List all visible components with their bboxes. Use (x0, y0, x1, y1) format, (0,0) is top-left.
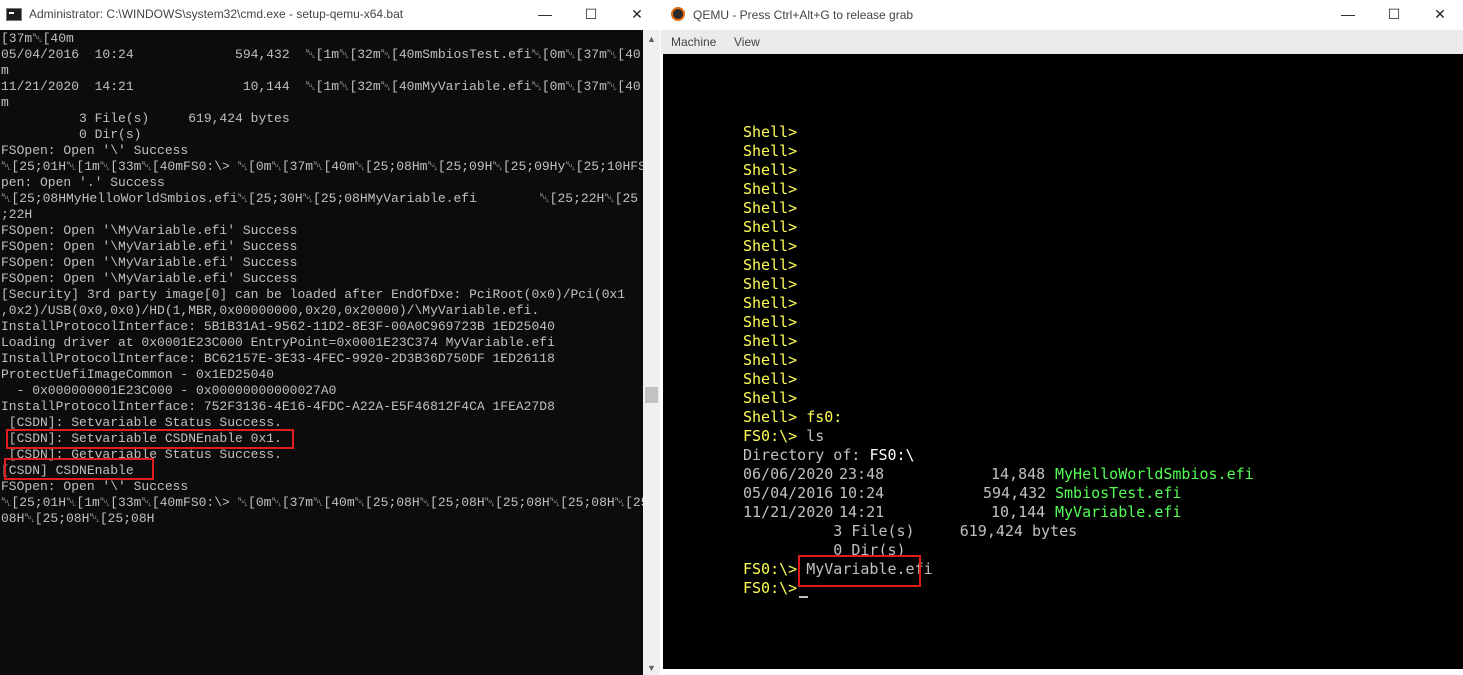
cmd-window[interactable]: Administrator: C:\WINDOWS\system32\cmd.e… (0, 0, 660, 675)
qemu-menubar: Machine View (661, 30, 1463, 54)
console-line: [Security] 3rd party image[0] can be loa… (1, 287, 626, 302)
efi-shell-prompt: Shell> (743, 218, 798, 236)
qemu-titlebar[interactable]: QEMU - Press Ctrl+Alt+G to release grab … (661, 0, 1463, 30)
qemu-guest-display[interactable]: Shell> Shell> Shell> Shell> Shell> Shell… (663, 54, 1463, 669)
highlight-setvariable-box (6, 429, 294, 449)
efi-ls-line: FS0:\> ls (743, 427, 824, 446)
cmd-close-button[interactable]: ✕ (614, 0, 660, 30)
efi-shell-prompt: Shell> (743, 123, 798, 141)
file-size: 594,432 (983, 484, 1047, 502)
console-line: ␀[25;01H␀[1m␀[33m␀[40mFS0:\> ␀[0m␀[37m␀[… (1, 159, 643, 174)
console-line: FSOpen: Open '\MyVariable.efi' Success (1, 255, 298, 270)
file-name: SmbiosTest.efi (1055, 484, 1182, 502)
console-line: FSOpen: Open '\' Success (1, 143, 189, 158)
cmd-minimize-button[interactable]: — (522, 0, 568, 30)
console-line: InstallProtocolInterface: 5B1B31A1-9562-… (1, 319, 555, 334)
qemu-app-icon (671, 7, 685, 21)
console-line: InstallProtocolInterface: 752F3136-4E16-… (1, 399, 555, 414)
efi-shell-prompt: Shell> (743, 313, 798, 331)
console-line: FSOpen: Open '\' Success (1, 479, 189, 494)
file-size: 10,144 (991, 503, 1046, 521)
console-line: m (1, 63, 9, 78)
efi-shell-prompt: Shell> (743, 370, 798, 388)
file-time: 10:24 (839, 484, 885, 502)
efi-shell-prompt: Shell> (743, 199, 798, 217)
console-line: m (1, 95, 9, 110)
console-line: Loading driver at 0x0001E23C000 EntryPoi… (1, 335, 555, 350)
efi-shell-prompt: Shell> (743, 389, 798, 407)
cmd-titlebar[interactable]: Administrator: C:\WINDOWS\system32\cmd.e… (0, 0, 660, 30)
console-line: 05/04/2016 10:24 594,432 ␀[1m␀[32m␀[40mS… (1, 47, 641, 62)
console-line: - 0x000000001E23C000 - 0x00000000000027A… (1, 383, 337, 398)
efi-fs-prompt: FS0:\> (743, 560, 798, 578)
file-name: MyHelloWorldSmbios.efi (1055, 465, 1254, 483)
console-line: ␀[25;08HMyHelloWorldSmbios.efi␀[25;30H␀[… (1, 191, 639, 206)
console-line: 0 Dir(s) (1, 127, 142, 142)
console-line: FSOpen: Open '\MyVariable.efi' Success (1, 223, 298, 238)
qemu-window[interactable]: QEMU - Press Ctrl+Alt+G to release grab … (661, 0, 1463, 675)
console-line: ␀[25;01H␀[1m␀[33m␀[40mFS0:\> ␀[0m␀[37m␀[… (1, 495, 643, 510)
file-time: 23:48 (839, 465, 885, 483)
efi-shell-prompt: Shell> (743, 256, 798, 274)
efi-shell-prompt: Shell> (743, 237, 798, 255)
cmd-window-title: Administrator: C:\WINDOWS\system32\cmd.e… (29, 7, 404, 21)
cmd-maximize-button[interactable]: ☐ (568, 0, 614, 30)
console-line: ProtectUefiImageCommon - 0x1ED25040 (1, 367, 275, 382)
efi-shell-prompt: Shell> (743, 294, 798, 312)
file-date: 11/21/2020 (743, 503, 834, 521)
efi-dir-path: FS0:\ (869, 446, 915, 464)
qemu-close-button[interactable]: ✕ (1417, 0, 1463, 30)
file-date: 06/06/2020 (743, 465, 834, 483)
cmd-vertical-scrollbar[interactable]: ▲ ▼ (643, 30, 660, 675)
efi-shell-prompt: Shell> (743, 332, 798, 350)
console-line: InstallProtocolInterface: BC62157E-3E33-… (1, 351, 555, 366)
scroll-down-arrow-icon[interactable]: ▼ (647, 663, 656, 673)
efi-shell-prompt: Shell> (743, 351, 798, 369)
qemu-minimize-button[interactable]: — (1325, 0, 1371, 30)
console-line: 11/21/2020 14:21 10,144 ␀[1m␀[32m␀[40mMy… (1, 79, 641, 94)
qemu-window-title: QEMU - Press Ctrl+Alt+G to release grab (693, 8, 914, 22)
cmd-console-icon (6, 8, 22, 21)
cmd-console-output[interactable]: [37m␀[40m 05/04/2016 10:24 594,432 ␀[1m␀… (0, 30, 643, 675)
console-line: 08H␀[25;08H␀[25;08H (1, 511, 155, 526)
file-time: 14:21 (839, 503, 885, 521)
scroll-thumb[interactable] (645, 387, 658, 403)
console-line: FSOpen: Open '\MyVariable.efi' Success (1, 271, 298, 286)
file-name: MyVariable.efi (1055, 503, 1182, 521)
efi-shell-prompt: Shell> (743, 161, 798, 179)
console-line: ;22H (1, 207, 33, 222)
efi-fs-prompt: FS0:\> (743, 427, 798, 445)
console-line: ,0x2)/USB(0x0,0x0)/HD(1,MBR,0x00000000,0… (1, 303, 540, 318)
efi-ls-command: ls (797, 427, 825, 445)
efi-shell-prompt: Shell> (743, 142, 798, 160)
highlight-myvariable-box (798, 555, 921, 587)
menu-machine[interactable]: Machine (671, 35, 716, 49)
console-line: [37m␀[40m (1, 31, 74, 46)
highlight-csdnenable-box (4, 458, 154, 480)
qemu-maximize-button[interactable]: ☐ (1371, 0, 1417, 30)
file-size: 14,848 (991, 465, 1046, 483)
efi-shell-prompt: Shell> (743, 180, 798, 198)
scroll-up-arrow-icon[interactable]: ▲ (647, 34, 656, 44)
efi-fs-prompt: FS0:\> (743, 579, 798, 597)
efi-directory-line: Directory of: FS0:\ (743, 446, 915, 465)
efi-shell-fs0-command: Shell> fs0: (743, 408, 843, 426)
text-cursor (799, 596, 808, 598)
efi-shell-prompt: Shell> (743, 275, 798, 293)
console-line: pen: Open '.' Success (1, 175, 165, 190)
console-line: FSOpen: Open '\MyVariable.efi' Success (1, 239, 298, 254)
console-line: 3 File(s) 619,424 bytes (1, 111, 290, 126)
menu-view[interactable]: View (734, 35, 760, 49)
file-date: 05/04/2016 (743, 484, 834, 502)
efi-file-count: 3 File(s) 619,424 bytes (743, 522, 1078, 540)
efi-dir-label: Directory of: (743, 446, 870, 464)
